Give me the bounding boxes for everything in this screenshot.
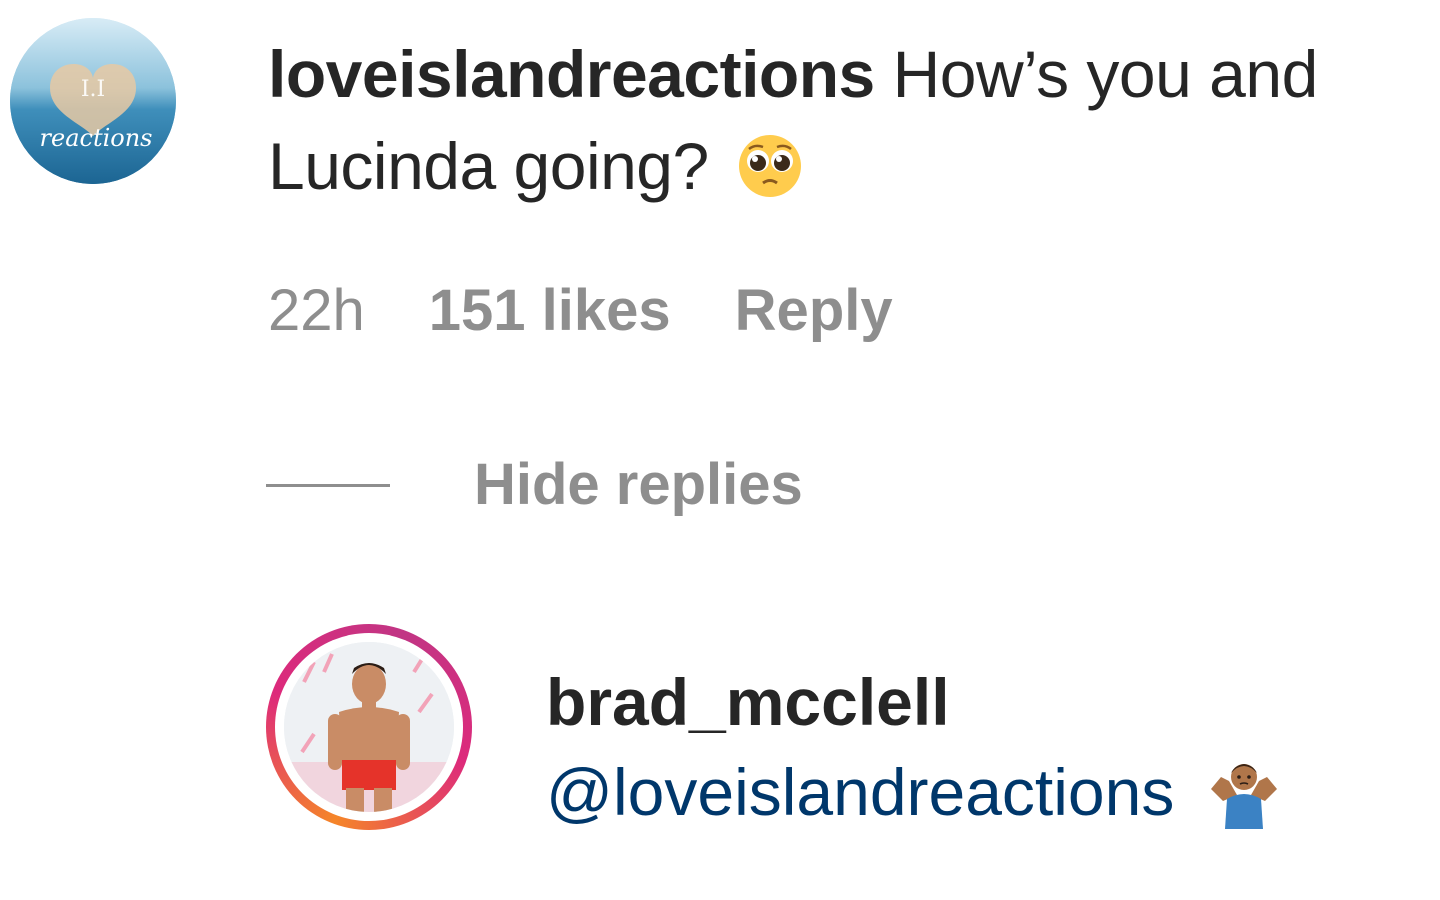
hide-replies-label[interactable]: Hide replies [474,450,803,520]
comment-username[interactable]: loveislandreactions [268,37,875,111]
person-shrugging-icon [1207,755,1281,829]
mention-link[interactable]: @loveislandreactions [546,755,1174,829]
comment-timestamp: 22h [268,278,365,343]
avatar-loveislandreactions[interactable]: I.I reactions [10,18,176,184]
comment-body: loveislandreactions How’s you and Lucind… [268,28,1398,212]
avatar-brad-mcclell[interactable] [284,642,454,812]
reply-body: @loveislandreactions [546,752,1281,832]
thread-divider [266,483,390,487]
reply-username[interactable]: brad_mcclell [546,662,950,742]
svg-text:I.I: I.I [81,77,105,102]
reply-button[interactable]: Reply [735,276,893,346]
pleading-face-icon [737,130,803,197]
comment-meta: 22h 151 likes Reply [268,276,893,346]
story-ring[interactable] [266,624,472,830]
comment-likes-count[interactable]: 151 likes [429,276,671,346]
hide-replies-toggle[interactable]: Hide replies [266,450,803,520]
svg-text:reactions: reactions [40,124,153,152]
